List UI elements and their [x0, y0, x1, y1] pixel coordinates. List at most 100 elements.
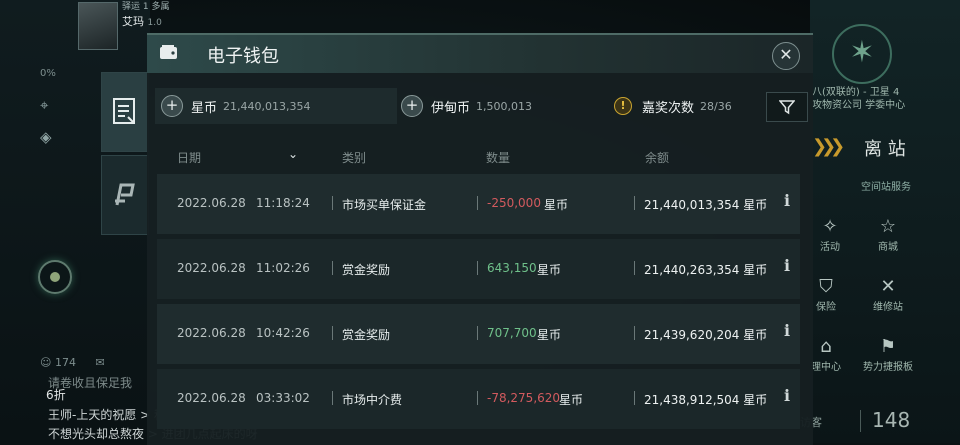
chevron-right-icon: ❯❯❯: [812, 136, 845, 157]
row-time: 11:18:24: [256, 196, 310, 210]
table-row[interactable]: 2022.06.28 10:42:26 赏金奖励 707,700 星币 21,4…: [157, 304, 800, 364]
bounty-value: 28/36: [700, 99, 732, 113]
row-amount-unit: 星币: [537, 263, 562, 277]
station-name-line-1: 八(双联的) - 卫星 4: [812, 87, 900, 98]
info-icon[interactable]: i: [784, 256, 790, 275]
station-emblem-icon: ✶: [832, 24, 892, 84]
bounty-counter: ! 嘉奖次数 28/36: [614, 88, 754, 124]
chevron-down-icon[interactable]: ⌄: [288, 147, 298, 161]
currency-value: 1,500,013: [476, 99, 532, 113]
pilot-tag: 驿运 1 多属: [122, 2, 170, 12]
divider: [477, 196, 478, 210]
add-isk-button[interactable]: +: [161, 95, 183, 117]
currency-name: 星币: [191, 100, 218, 116]
divider: [634, 391, 635, 405]
column-date[interactable]: 日期: [177, 149, 201, 166]
pilot-name-text: 艾玛: [122, 15, 144, 28]
pilot-name: 艾玛 1.0: [122, 13, 162, 29]
undock-label: 离 站: [864, 139, 906, 160]
service-title: 空间站服务: [861, 182, 911, 193]
dialog-title: 电子钱包: [207, 46, 279, 67]
row-balance: 21,440,263,354 星币: [644, 263, 768, 277]
service-label: 势力捷报板: [863, 362, 913, 373]
row-date: 2022.06.28: [177, 261, 246, 275]
dialog-titlebar: 电子钱包 ✕: [147, 35, 813, 73]
tab-plex[interactable]: [101, 155, 149, 235]
service-label: 商城: [878, 242, 898, 253]
location-pin-icon[interactable]: ⌖: [40, 96, 48, 114]
bounty-label: 嘉奖次数: [642, 100, 695, 116]
faction-board-icon: ⚑: [879, 336, 897, 357]
column-category: 类别: [342, 151, 367, 165]
document-icon: [113, 98, 135, 124]
row-date: 2022.06.28: [177, 326, 246, 340]
currency-eden: + 伊甸币 1,500,013: [401, 88, 601, 124]
add-eden-button[interactable]: +: [401, 95, 423, 117]
tab-wallet-records[interactable]: [101, 72, 149, 152]
column-amount: 数量: [486, 151, 511, 165]
divider: [477, 391, 478, 405]
info-icon[interactable]: i: [784, 191, 790, 210]
station-name: 八(双联的) - 卫星 4 攻物资公司 学委中心: [812, 86, 905, 112]
row-category: 赏金奖励: [342, 328, 391, 342]
currency-isk: + 星币 21,440,013,354: [155, 88, 397, 124]
visitor-count: 148: [872, 408, 911, 432]
currency-value: 21,440,013,354: [223, 99, 311, 113]
plex-icon: [115, 183, 135, 206]
service-label: 维修站: [873, 302, 903, 313]
filter-icon: [779, 100, 795, 115]
divider: [477, 261, 478, 275]
currency-name: 伊甸币: [431, 100, 471, 116]
row-time: 10:42:26: [256, 326, 310, 340]
row-amount: 707,700: [487, 326, 537, 340]
shield-icon[interactable]: ◈: [40, 128, 52, 146]
service-label: 活动: [820, 242, 840, 253]
row-date: 2022.06.28: [177, 391, 246, 405]
pilot-avatar[interactable]: [78, 2, 118, 50]
service-faction-board[interactable]: ⚑ 势力捷报板: [850, 336, 926, 373]
row-amount: -78,275,620: [487, 391, 561, 405]
row-date: 2022.06.28: [177, 196, 246, 210]
user-icon: ☺: [40, 356, 52, 369]
service-repair[interactable]: ✕ 维修站: [858, 276, 918, 313]
divider: [332, 196, 333, 210]
divider: [332, 261, 333, 275]
close-button[interactable]: ✕: [772, 42, 800, 70]
wallet-dialog: 电子钱包 ✕ + 星币 21,440,013,354 + 伊甸币 1,500,0…: [147, 33, 813, 445]
pilot-level: 1.0: [147, 18, 162, 28]
row-time: 11:02:26: [256, 261, 310, 275]
divider: [860, 410, 861, 432]
row-balance: 21,438,912,504 星币: [644, 393, 768, 407]
info-icon[interactable]: i: [784, 321, 790, 340]
chat-count: 174: [54, 356, 76, 369]
mail-icon[interactable]: ✉: [95, 356, 104, 369]
info-icon[interactable]: i: [784, 386, 790, 405]
row-amount-unit: 星币: [537, 328, 562, 342]
row-amount-unit: 星币: [544, 198, 569, 212]
wallet-icon: [160, 45, 177, 59]
wrench-icon: ✕: [880, 276, 896, 297]
divider: [634, 326, 635, 340]
table-row[interactable]: 2022.06.28 11:18:24 市场买单保证金 -250,000 星币 …: [157, 174, 800, 234]
warning-icon[interactable]: !: [614, 97, 632, 115]
station-name-line-2: 攻物资公司 学委中心: [812, 100, 906, 111]
service-shop[interactable]: ☆ 商城: [858, 216, 918, 253]
chat-meta: ☺ 174 ✉: [40, 356, 105, 369]
service-label: 保险: [816, 302, 836, 313]
divider: [634, 261, 635, 275]
row-amount: 643,150: [487, 261, 537, 275]
filter-button[interactable]: [766, 92, 808, 122]
divider: [477, 326, 478, 340]
divider: [634, 196, 635, 210]
radar-lens-icon[interactable]: [38, 260, 72, 294]
divider: [332, 326, 333, 340]
row-amount: -250,000: [487, 196, 541, 210]
undock-button[interactable]: ❯❯❯ 离 站: [812, 130, 960, 164]
divider: [332, 391, 333, 405]
stat-readout: 0%: [40, 68, 56, 79]
table-row[interactable]: 2022.06.28 11:02:26 赏金奖励 643,150 星币 21,4…: [157, 239, 800, 299]
table-row[interactable]: 2022.06.28 03:33:02 市场中介费 -78,275,620 星币…: [157, 369, 800, 429]
row-category: 市场中介费: [342, 393, 403, 407]
row-category: 赏金奖励: [342, 263, 391, 277]
star-shop-icon: ☆: [879, 216, 897, 237]
